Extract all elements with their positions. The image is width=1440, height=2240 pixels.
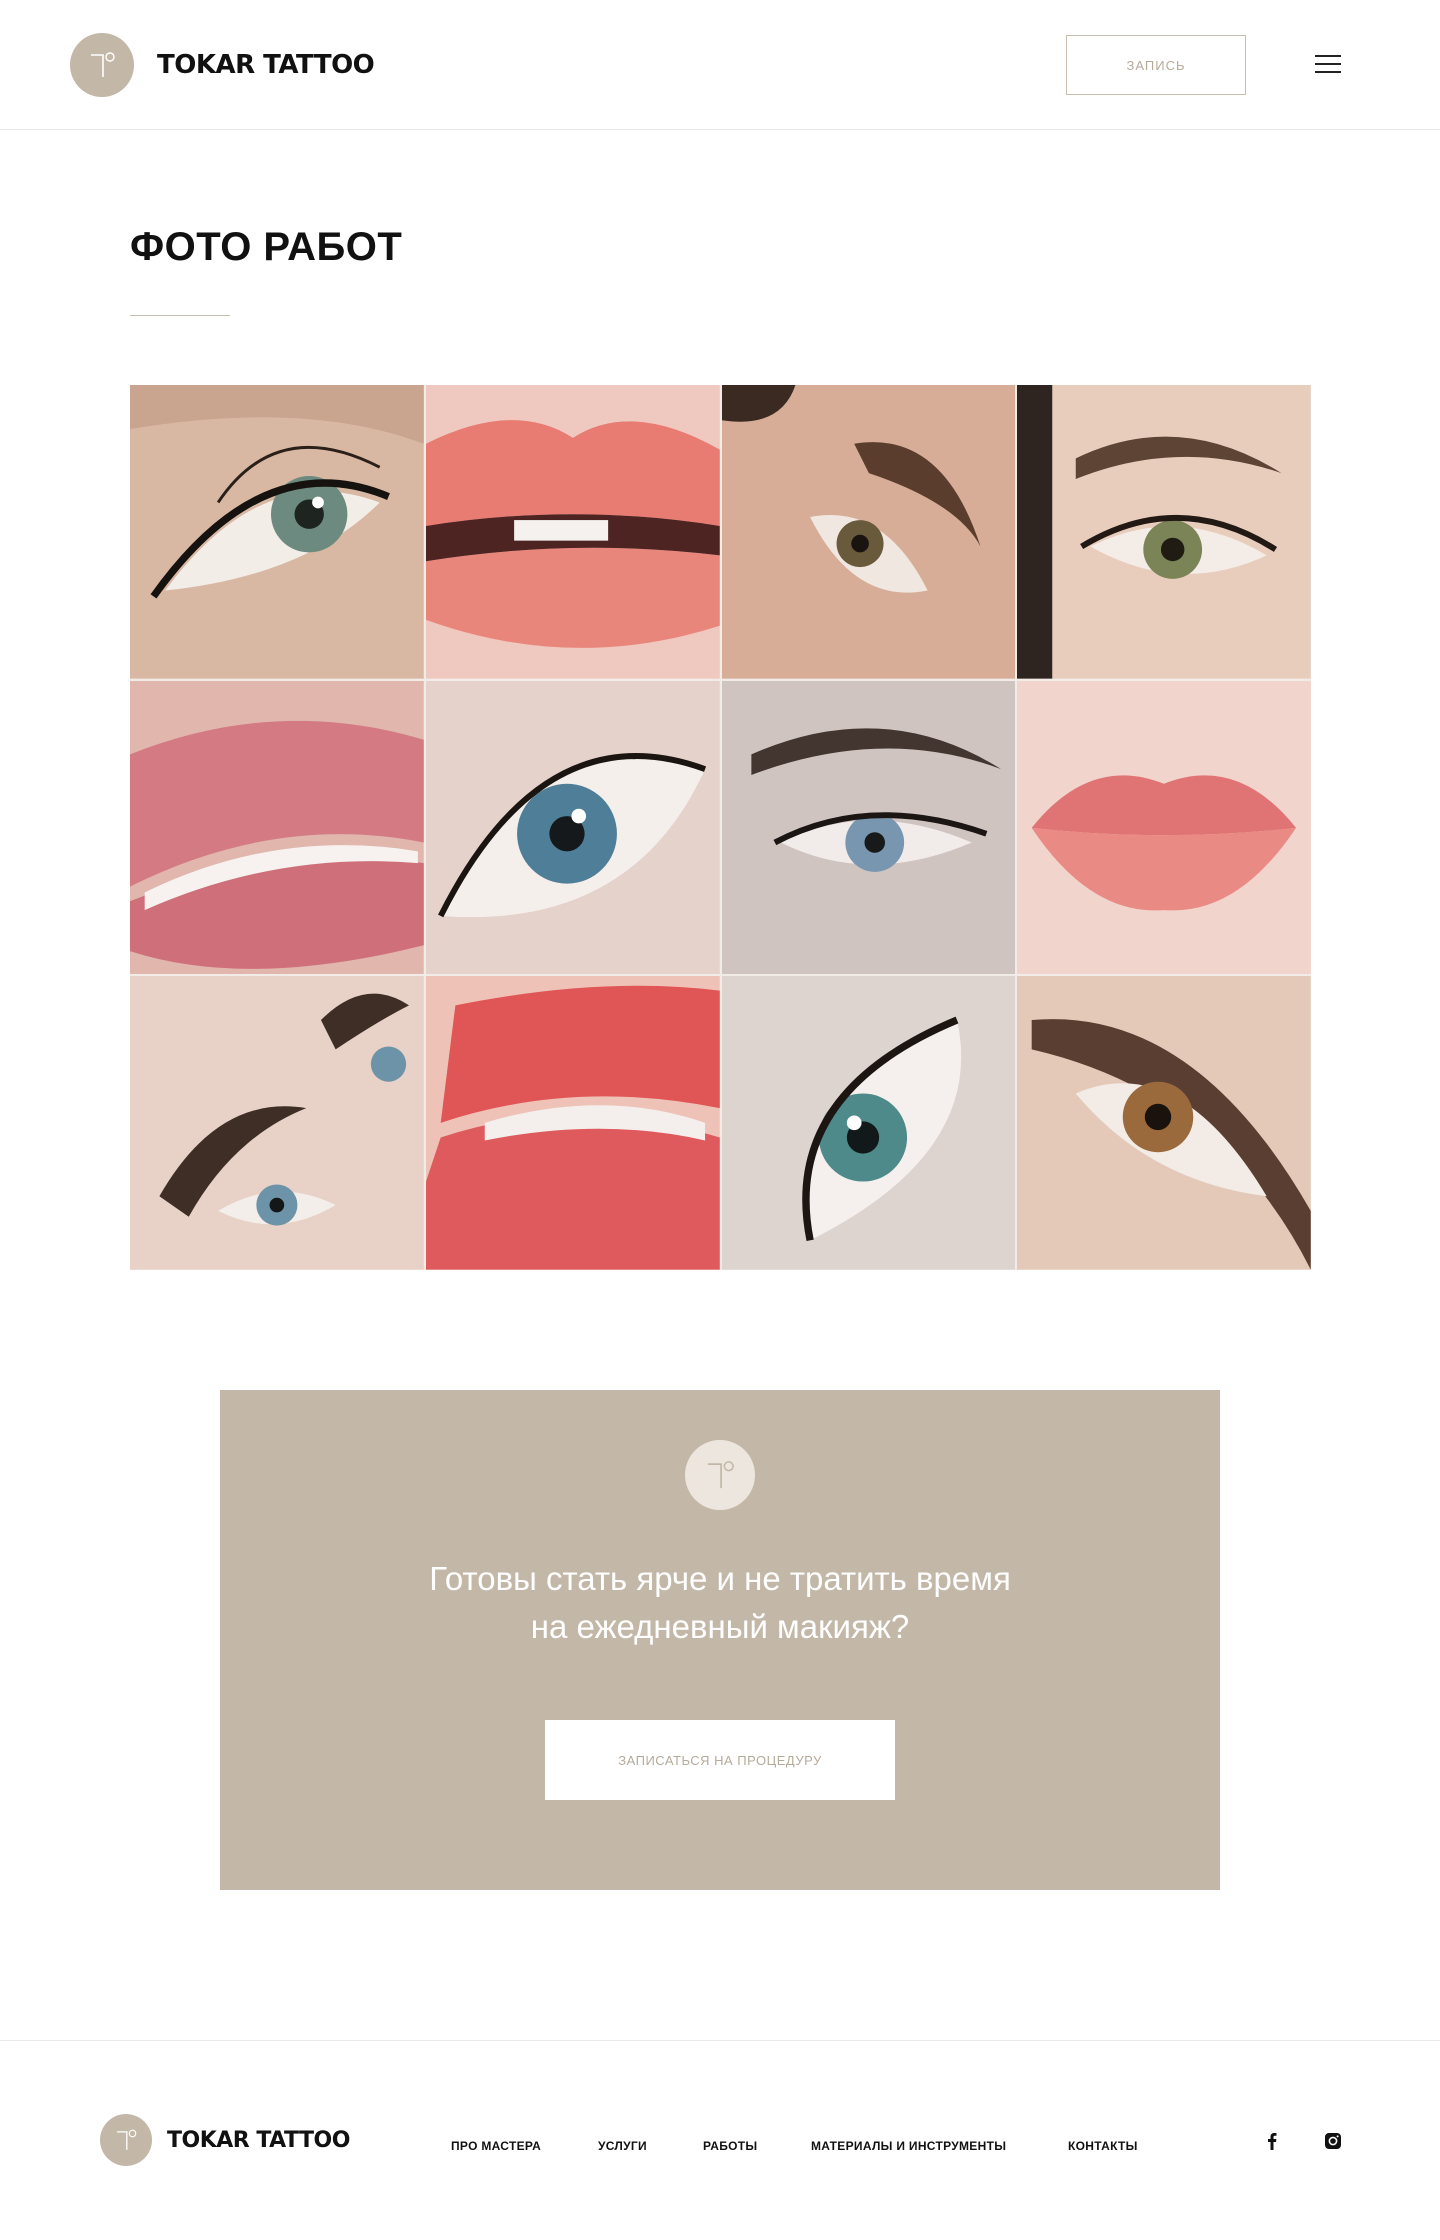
brand-name[interactable]: TOKAR TATTOO xyxy=(157,50,375,80)
logo-icon xyxy=(685,1440,755,1510)
work-photo[interactable] xyxy=(425,976,720,1270)
work-photo[interactable] xyxy=(1017,385,1311,679)
work-photo[interactable] xyxy=(425,385,720,679)
work-photo[interactable] xyxy=(130,385,424,679)
work-photo[interactable] xyxy=(130,976,424,1270)
work-photo[interactable] xyxy=(130,680,424,975)
book-button[interactable]: ЗАПИСЬ xyxy=(1066,35,1246,95)
facebook-icon[interactable] xyxy=(1262,2131,1282,2151)
nav-works[interactable]: РАБОТЫ xyxy=(703,2139,757,2153)
nav-contacts[interactable]: КОНТАКТЫ xyxy=(1068,2139,1138,2153)
work-photo[interactable] xyxy=(1017,976,1311,1270)
section-title: ФОТО РАБОТ xyxy=(130,225,403,269)
title-divider xyxy=(130,315,230,316)
work-photo[interactable] xyxy=(721,976,1016,1270)
cta-line-2: на ежедневный макияж? xyxy=(530,1608,910,1645)
instagram-icon[interactable] xyxy=(1323,2131,1343,2151)
cta-heading: Готовы стать ярче и не тратить время на … xyxy=(220,1555,1220,1651)
nav-services[interactable]: УСЛУГИ xyxy=(598,2139,647,2153)
work-photo[interactable] xyxy=(425,680,720,975)
footer-brand[interactable]: TOKAR TATTOO xyxy=(167,2128,350,2153)
work-photo[interactable] xyxy=(1017,680,1311,975)
logo-icon[interactable] xyxy=(100,2114,152,2166)
work-photo[interactable] xyxy=(721,385,1016,679)
work-photo[interactable] xyxy=(721,680,1016,975)
site-header: TOKAR TATTOO ЗАПИСЬ xyxy=(0,0,1440,130)
site-footer: TOKAR TATTOO ПРО МАСТЕРА УСЛУГИ РАБОТЫ М… xyxy=(0,2040,1440,2240)
works-gallery xyxy=(130,385,1311,1270)
cta-banner: Готовы стать ярче и не тратить время на … xyxy=(220,1390,1220,1890)
signup-button[interactable]: ЗАПИСАТЬСЯ НА ПРОЦЕДУРУ xyxy=(545,1720,895,1800)
nav-materials[interactable]: МАТЕРИАЛЫ И ИНСТРУМЕНТЫ xyxy=(811,2139,1006,2153)
nav-about[interactable]: ПРО МАСТЕРА xyxy=(451,2139,541,2153)
cta-line-1: Готовы стать ярче и не тратить время xyxy=(429,1560,1011,1597)
logo-icon[interactable] xyxy=(70,33,134,97)
menu-icon[interactable] xyxy=(1315,55,1341,75)
